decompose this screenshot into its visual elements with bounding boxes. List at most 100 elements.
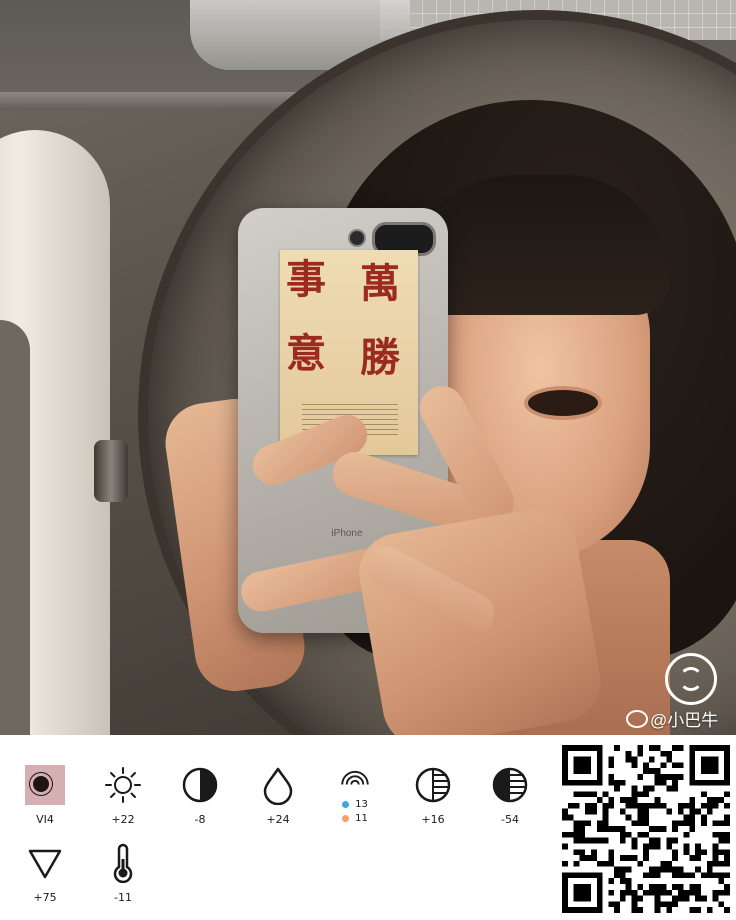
qr-module (712, 802, 719, 809)
qr-module (724, 860, 730, 867)
qr-module (672, 785, 678, 792)
qr-module (712, 860, 719, 867)
qr-module (596, 820, 603, 827)
qr-module (562, 860, 568, 867)
hsl-row: 13 (325, 797, 385, 811)
qr-module (666, 860, 673, 867)
tool-hsl[interactable]: 13 11 (325, 765, 385, 825)
qr-module (660, 889, 667, 896)
phone-flash (348, 229, 366, 247)
qr-module (585, 837, 591, 844)
qr-module (648, 889, 655, 896)
qr-module (625, 797, 632, 803)
qr-module (712, 895, 719, 902)
qr-module (631, 889, 638, 896)
qr-module (706, 866, 713, 873)
weibo-icon (626, 710, 648, 728)
tool-highlights[interactable]: +16 (403, 765, 463, 826)
tool-shadows[interactable]: -54 (480, 765, 540, 826)
qr-module (643, 889, 649, 896)
qr-module (689, 814, 696, 821)
weibo-watermark: @小巴牛 (626, 706, 718, 731)
qr-module (625, 889, 632, 896)
tool-value: VI4 (36, 813, 54, 826)
qr-module (677, 866, 684, 873)
qr-module (625, 802, 632, 809)
tool-saturation[interactable]: +24 (248, 765, 308, 826)
color-dot (342, 800, 350, 808)
qr-module (706, 907, 713, 913)
qr-module (712, 849, 719, 856)
qr-module (695, 895, 702, 902)
qr-module (608, 797, 615, 803)
qr-module (614, 901, 620, 908)
qr-module (660, 826, 667, 832)
triangle-down-icon (28, 849, 62, 879)
tool-fade[interactable]: +75 (15, 843, 75, 904)
sticker-char: 事 (286, 256, 326, 303)
tool-value: -54 (501, 813, 519, 826)
qr-module (677, 762, 684, 769)
eye (528, 390, 598, 416)
qr-module (724, 820, 730, 827)
qr-module (643, 820, 649, 827)
qr-module (608, 889, 615, 896)
qr-module (637, 773, 644, 780)
qr-module (619, 878, 626, 885)
tool-contrast[interactable]: -8 (170, 765, 230, 826)
qr-module (666, 837, 673, 844)
qr-module (643, 802, 649, 809)
qr-module (672, 779, 678, 786)
qr-module (608, 826, 615, 832)
qr-module (654, 768, 661, 774)
qr-module (701, 895, 707, 902)
qr-module (608, 779, 615, 786)
qr-module (654, 802, 661, 809)
tool-exposure[interactable]: +22 (93, 765, 153, 826)
qr-module (585, 820, 591, 827)
qr-module (683, 820, 690, 827)
qr-code[interactable] (562, 745, 730, 913)
qr-module (579, 820, 586, 827)
qr-module (666, 808, 673, 815)
qr-module (689, 907, 696, 913)
qr-module (724, 855, 730, 861)
qr-module (724, 889, 730, 896)
qr-module (562, 831, 568, 838)
qr-module (614, 866, 620, 873)
qr-module (562, 808, 568, 815)
qr-module (724, 831, 730, 838)
qr-module (631, 837, 638, 844)
qr-module (672, 826, 678, 832)
qr-module (654, 889, 661, 896)
qr-module (654, 745, 661, 751)
tool-preset[interactable]: VI4 (15, 765, 75, 826)
tool-temperature[interactable]: -11 (93, 843, 153, 904)
qr-module (654, 884, 661, 890)
qr-module (666, 773, 673, 780)
qr-module (712, 820, 719, 827)
qr-module (689, 797, 696, 803)
qr-module (683, 843, 690, 850)
qr-module (660, 884, 667, 890)
qr-module (677, 895, 684, 902)
sticker-char: 萬 (360, 260, 400, 307)
qr-module (637, 831, 644, 838)
qr-module (625, 884, 632, 890)
qr-module (654, 773, 661, 780)
qr-module (706, 872, 713, 879)
qr-module (718, 797, 725, 803)
qr-module (643, 855, 649, 861)
qr-module (648, 785, 655, 792)
qr-module (579, 791, 586, 798)
bathtub-inner (0, 320, 30, 735)
qr-module (631, 855, 638, 861)
qr-module (631, 756, 638, 763)
qr-module (718, 889, 725, 896)
qr-module (625, 855, 632, 861)
qr-module (672, 773, 678, 780)
qr-module (648, 802, 655, 809)
qr-module (718, 849, 725, 856)
qr-module (625, 878, 632, 885)
qr-module (701, 849, 707, 856)
